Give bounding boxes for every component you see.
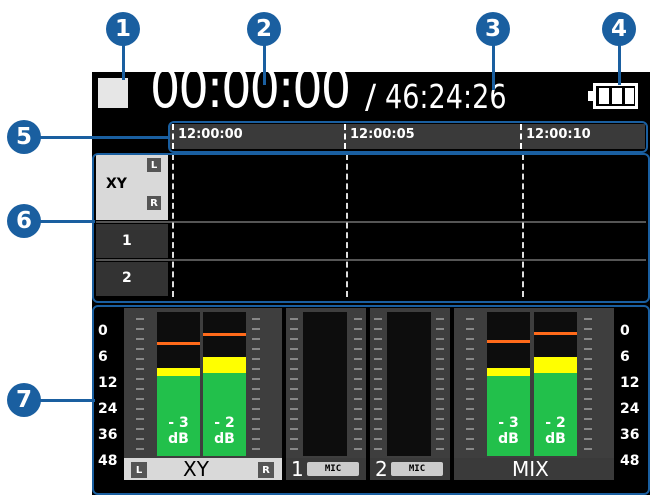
leader-line bbox=[122, 45, 125, 80]
callout-2: 2 bbox=[247, 12, 281, 46]
callout-6: 6 bbox=[7, 204, 41, 238]
callout-7: 7 bbox=[7, 383, 41, 417]
leader-line bbox=[40, 220, 95, 223]
remaining-time: 46:24:26 bbox=[385, 77, 507, 116]
stop-square-icon bbox=[98, 78, 128, 108]
battery-icon bbox=[588, 83, 638, 109]
callout-3: 3 bbox=[476, 12, 510, 46]
leader-line bbox=[40, 399, 95, 402]
leader-line bbox=[618, 45, 621, 85]
callout-1: 1 bbox=[106, 12, 140, 46]
callout-5: 5 bbox=[7, 120, 41, 154]
timeline-highlight-box bbox=[168, 121, 648, 153]
tracks-highlight-box bbox=[92, 153, 650, 303]
leader-line bbox=[492, 45, 495, 90]
leader-line bbox=[40, 136, 170, 139]
callout-4: 4 bbox=[602, 12, 636, 46]
elapsed-time: 00:00:00 bbox=[150, 57, 351, 120]
time-separator: / bbox=[365, 77, 377, 116]
meters-highlight-box bbox=[92, 305, 650, 495]
leader-line bbox=[263, 45, 266, 85]
